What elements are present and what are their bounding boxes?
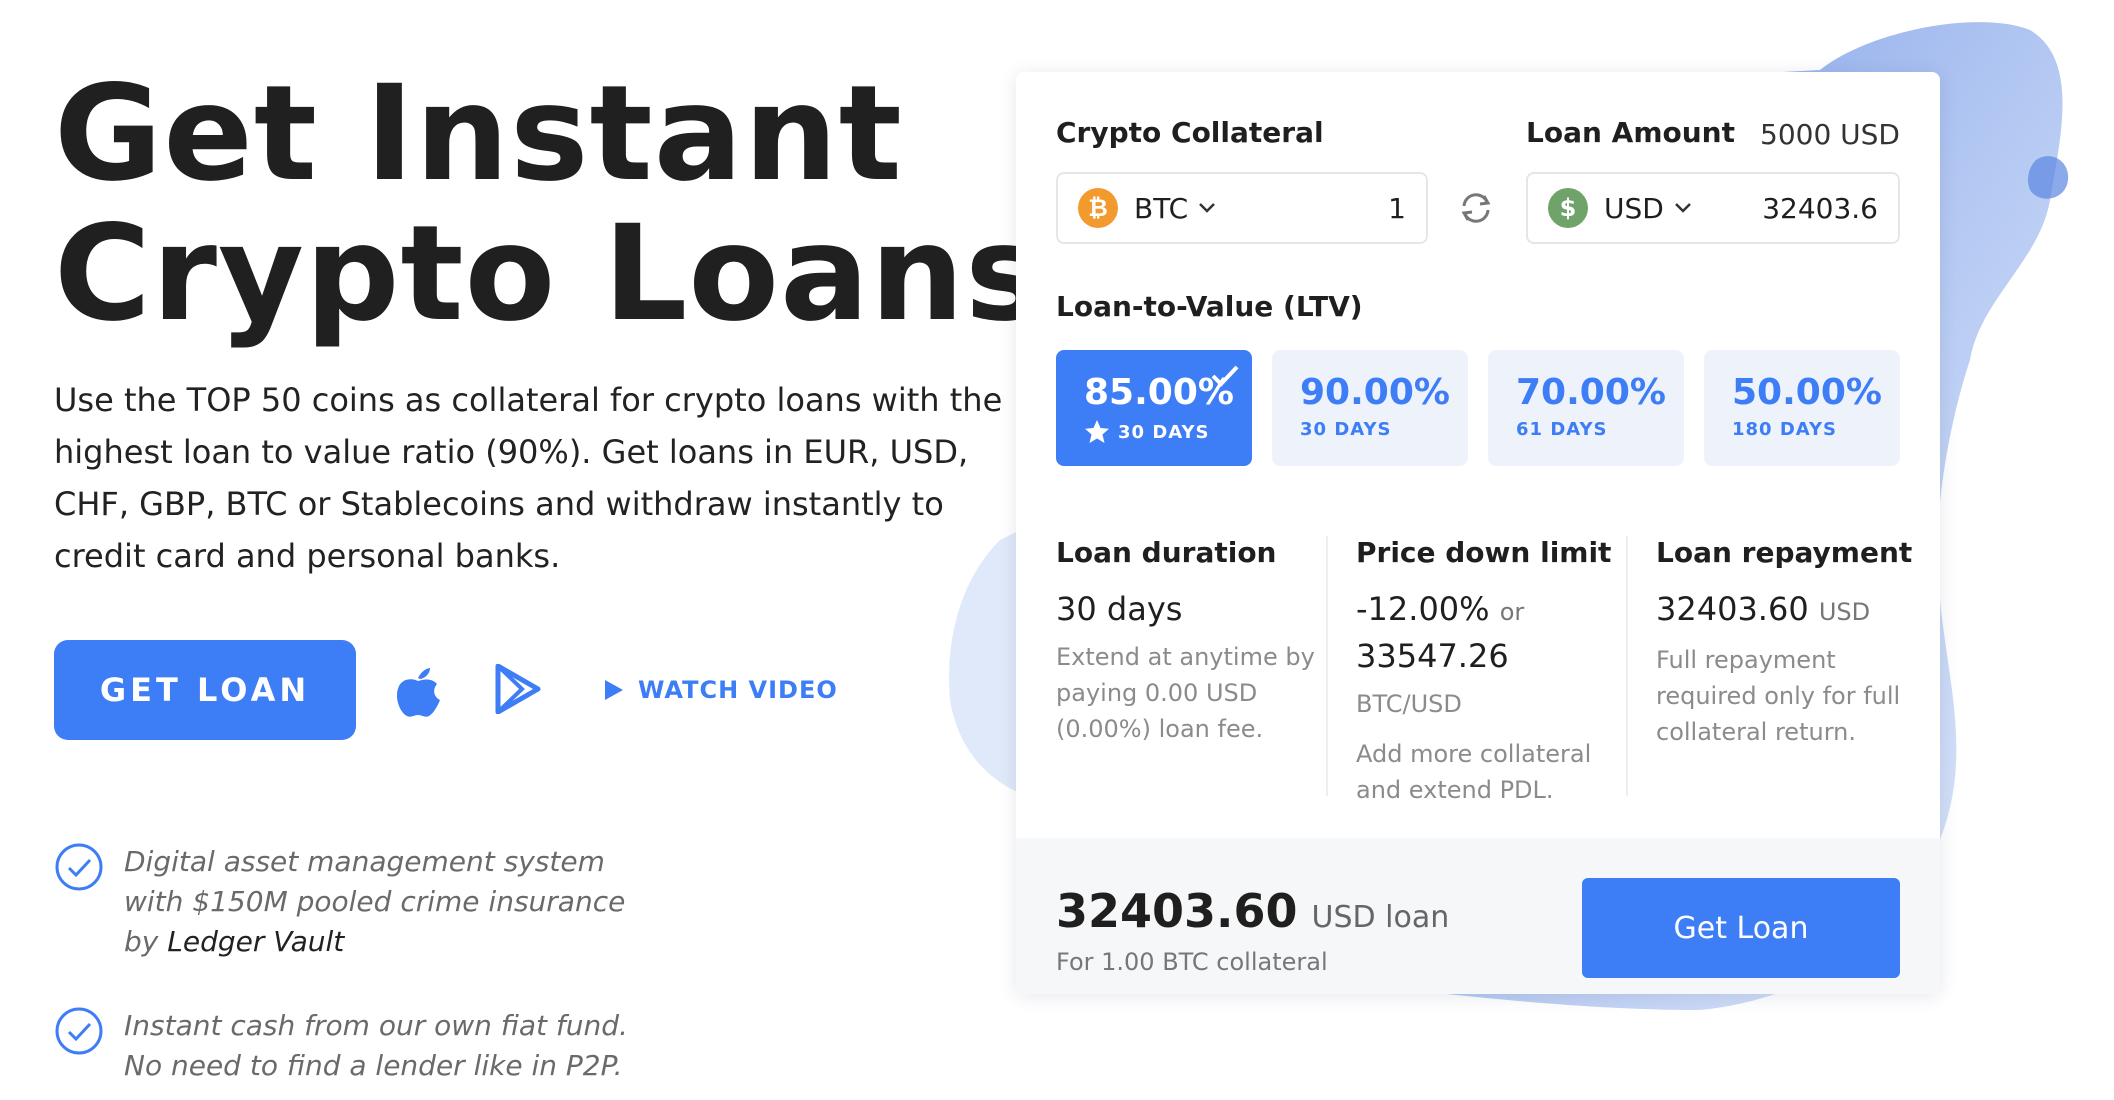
loan-repayment-note: Full repayment required only for full co… xyxy=(1656,646,1901,746)
ltv-days: 30 DAYS xyxy=(1084,419,1224,445)
get-loan-cta-button[interactable]: GET LOAN xyxy=(54,640,356,740)
divider xyxy=(1326,536,1328,796)
play-triangle-icon xyxy=(605,680,623,700)
loan-total-subtitle: For 1.00 BTC collateral xyxy=(1056,948,1328,976)
apple-icon[interactable] xyxy=(394,664,442,718)
feature-item: Digital asset management system with $15… xyxy=(54,842,654,962)
loan-repayment-unit: USD xyxy=(1818,598,1871,626)
loan-total-amount: 32403.60 xyxy=(1056,884,1298,938)
ltv-option[interactable]: 85.00% 30 DAYS xyxy=(1056,350,1252,466)
ltv-days-label: 30 DAYS xyxy=(1118,421,1210,443)
hero-title-line-1: Get Instant xyxy=(54,57,903,211)
loan-duration-info: Loan duration 30 days Extend at anytime … xyxy=(1056,536,1316,747)
collateral-amount-input[interactable]: 1 xyxy=(1388,192,1406,225)
loan-repayment-heading: Loan repayment xyxy=(1656,536,1913,569)
loan-repayment-value: 32403.60 USD xyxy=(1656,587,1916,634)
loan-field[interactable]: $ USD 32403.6 xyxy=(1526,172,1900,244)
loan-amount-hint: 5000 USD xyxy=(1760,118,1900,151)
price-down-percent: -12.00% xyxy=(1356,590,1490,628)
hero-description: Use the TOP 50 coins as collateral for c… xyxy=(54,381,1003,575)
collateral-label: Crypto Collateral xyxy=(1056,116,1324,149)
price-down-limit-heading: Price down limit xyxy=(1356,536,1612,569)
price-down-pair: BTC/USD xyxy=(1356,690,1462,718)
loan-duration-value: 30 days xyxy=(1056,590,1183,628)
chevron-down-icon[interactable] xyxy=(1198,202,1216,214)
price-down-note: Add more collateral and extend PDL. xyxy=(1356,740,1592,804)
watch-video-link[interactable]: WATCH VIDEO xyxy=(604,676,838,704)
feature-emphasis: Ledger Vault xyxy=(167,925,345,958)
price-down-limit-value: -12.00% or 33547.26 xyxy=(1356,587,1616,678)
ltv-percent: 70.00% xyxy=(1516,372,1666,413)
feature-item: Instant cash from our own fiat fund. No … xyxy=(54,1006,654,1086)
check-circle-icon xyxy=(55,1007,103,1055)
price-down-price: 33547.26 xyxy=(1356,637,1509,675)
ltv-option[interactable]: 90.00% 30 DAYS xyxy=(1272,350,1468,466)
checkmark-icon xyxy=(1211,365,1239,387)
ltv-percent: 85.00% xyxy=(1084,372,1234,413)
ltv-days-label: 30 DAYS xyxy=(1300,419,1392,440)
ltv-options: 85.00% 30 DAYS 90.00% 30 DAYS 70.00% 61 … xyxy=(1056,350,1900,466)
loan-total-unit: USD loan xyxy=(1311,900,1450,935)
price-down-or: or xyxy=(1499,598,1525,626)
ltv-percent: 50.00% xyxy=(1732,372,1882,413)
bitcoin-icon: ₿ xyxy=(1078,188,1118,228)
collateral-ticker[interactable]: BTC xyxy=(1134,192,1188,225)
loan-calculator-card: Crypto Collateral Loan Amount 5000 USD ₿… xyxy=(1016,72,1940,994)
ltv-label: Loan-to-Value (LTV) xyxy=(1056,290,1363,323)
check-circle-icon xyxy=(55,843,103,891)
dollar-icon: $ xyxy=(1548,188,1588,228)
collateral-field[interactable]: ₿ BTC 1 xyxy=(1056,172,1428,244)
chevron-down-icon[interactable] xyxy=(1674,202,1692,214)
loan-duration-note: Extend at anytime by paying 0.00 USD (0.… xyxy=(1056,643,1315,743)
divider xyxy=(1626,536,1628,796)
price-down-limit-info: Price down limit -12.00% or 33547.26 BTC… xyxy=(1356,536,1616,808)
ltv-option[interactable]: 70.00% 61 DAYS xyxy=(1488,350,1684,466)
swap-icon[interactable] xyxy=(1456,190,1496,226)
loan-ticker[interactable]: USD xyxy=(1604,192,1664,225)
loan-amount-label: Loan Amount xyxy=(1526,116,1735,149)
loan-duration-heading: Loan duration xyxy=(1056,536,1277,569)
loan-amount-input[interactable]: 32403.6 xyxy=(1762,192,1878,225)
google-play-icon[interactable] xyxy=(494,664,542,714)
star-icon xyxy=(1085,420,1109,443)
hero-title: Get Instant Crypto Loans xyxy=(54,64,1045,344)
loan-repayment-info: Loan repayment 32403.60 USD Full repayme… xyxy=(1656,536,1916,750)
get-loan-button[interactable]: Get Loan xyxy=(1582,878,1900,978)
card-footer: 32403.60 USD loan For 1.00 BTC collatera… xyxy=(1016,838,1940,994)
ltv-days-label: 180 DAYS xyxy=(1732,419,1837,440)
ltv-percent: 90.00% xyxy=(1300,372,1450,413)
ltv-days-label: 61 DAYS xyxy=(1516,419,1608,440)
loan-total: 32403.60 USD loan xyxy=(1056,884,1449,938)
loan-repayment-amount: 32403.60 xyxy=(1656,590,1809,628)
hero-title-line-2: Crypto Loans xyxy=(54,197,1045,351)
ltv-option[interactable]: 50.00% 180 DAYS xyxy=(1704,350,1900,466)
feature-text: Instant cash from our own fiat fund. No … xyxy=(124,1009,628,1082)
feature-text: Digital asset management system with $15… xyxy=(124,842,654,962)
watch-video-label: WATCH VIDEO xyxy=(638,676,838,704)
